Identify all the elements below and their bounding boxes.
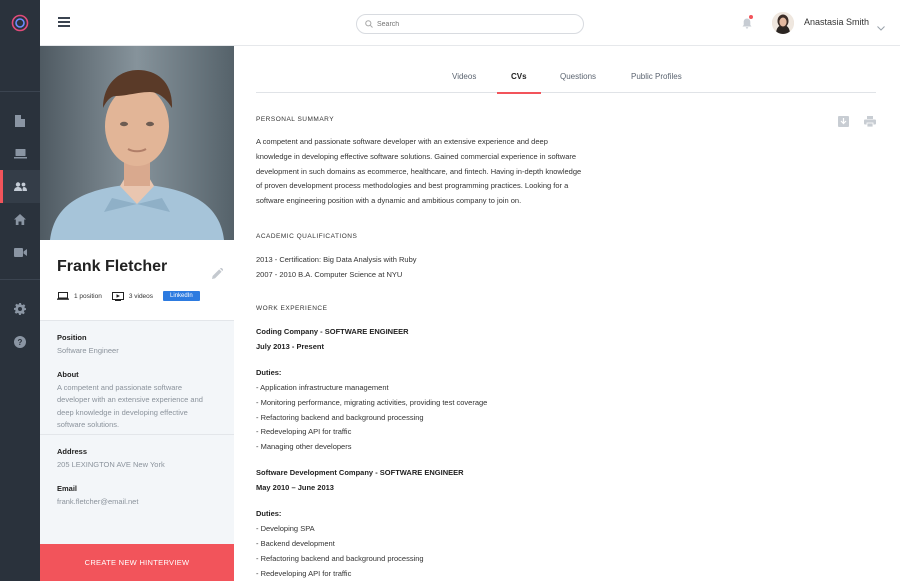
sidebar-item-documents[interactable] xyxy=(0,104,40,137)
cv-actions xyxy=(823,116,876,127)
email-heading: Email xyxy=(57,483,78,493)
profile-tabs: Videos CVs Questions Public Profiles xyxy=(256,70,876,94)
duty-item: - Redeveloping API for traffic xyxy=(256,569,352,578)
video-screen-icon xyxy=(111,291,124,301)
summary-line: knowledge in developing effective softwa… xyxy=(256,151,577,161)
profile-info: Position Software Engineer About A compe… xyxy=(40,321,234,508)
cv-content: Videos CVs Questions Public Profiles PER… xyxy=(256,46,876,581)
about-line: A competent and passionate software xyxy=(57,382,183,392)
position-value: Software Engineer xyxy=(57,346,119,355)
sidebar-item-video[interactable] xyxy=(0,236,40,269)
logo-icon xyxy=(11,14,29,32)
sidebar-item-settings[interactable] xyxy=(0,292,40,325)
help-icon: ? xyxy=(14,335,26,348)
search-box[interactable] xyxy=(356,14,584,34)
home-icon xyxy=(14,214,26,225)
academic-title: ACADEMIC QUALIFICATIONS xyxy=(256,233,358,240)
create-hinterview-button[interactable]: CREATE NEW HINTERVIEW xyxy=(40,544,234,581)
video-camera-icon xyxy=(13,248,27,257)
candidate-profile-panel: Frank Fletcher 1 position 3 videos Linke… xyxy=(40,46,234,581)
videos-count-label: 3 videos xyxy=(128,292,154,300)
work-experience-title: WORK EXPERIENCE xyxy=(256,305,328,312)
contact-block: Address 205 LEXINGTON AVE New York Email… xyxy=(57,435,217,508)
duty-item: - Application infrastructure management xyxy=(256,383,389,392)
laptop-icon xyxy=(13,148,27,158)
email-value[interactable]: frank.fletcher@email.net xyxy=(57,496,217,509)
position-heading: Position xyxy=(57,333,87,342)
summary-line: A competent and passionate software deve… xyxy=(256,137,548,146)
candidate-photo xyxy=(40,46,234,240)
user-name[interactable]: Anastasia Smith xyxy=(804,17,869,27)
notification-dot xyxy=(749,15,753,19)
about-line: software solutions. xyxy=(57,420,120,430)
sidebar-item-laptop[interactable] xyxy=(0,137,40,170)
duty-item: - Backend development xyxy=(256,539,335,548)
summary-line: development in such domains as ecommerce… xyxy=(256,166,582,176)
about-text: A competent and passionate software deve… xyxy=(57,382,217,432)
user-avatar-image xyxy=(772,12,794,34)
duty-item: - Refactoring backend and background pro… xyxy=(256,554,424,563)
videos-count[interactable]: 3 videos xyxy=(111,291,154,301)
search-input[interactable] xyxy=(377,20,567,28)
job-period: May 2010 – June 2013 xyxy=(256,483,334,492)
summary-line: software engineering position with a dyn… xyxy=(256,196,522,206)
bell-icon xyxy=(742,18,752,29)
duty-item: - Developing SPA xyxy=(256,524,315,533)
duties-label: Duties: xyxy=(256,368,282,377)
print-icon[interactable] xyxy=(864,116,876,127)
profile-meta: 1 position 3 videos LinkedIn xyxy=(57,291,200,301)
tab-questions[interactable]: Questions xyxy=(560,72,596,93)
profile-header: Frank Fletcher 1 position 3 videos Linke… xyxy=(40,240,234,321)
svg-text:?: ? xyxy=(18,338,23,347)
personal-summary-title: PERSONAL SUMMARY xyxy=(256,116,335,123)
tab-public-profiles[interactable]: Public Profiles xyxy=(631,72,682,93)
gear-icon xyxy=(14,302,26,315)
linkedin-badge[interactable]: LinkedIn xyxy=(163,291,200,301)
user-menu-chevron[interactable] xyxy=(877,18,885,36)
academic-line: 2007 - 2010 B.A. Computer Science at NYU xyxy=(256,270,403,279)
sidebar-item-home[interactable] xyxy=(0,203,40,236)
tab-videos[interactable]: Videos xyxy=(452,72,476,93)
about-line: deep knowledge in developing effective xyxy=(57,407,188,417)
duty-item: - Managing other developers xyxy=(256,442,352,451)
pencil-icon xyxy=(212,267,224,279)
candidate-photo-image xyxy=(40,46,234,240)
tab-cvs[interactable]: CVs xyxy=(497,72,540,94)
duty-item: - Monitoring performance, migrating acti… xyxy=(256,398,488,407)
positions-count[interactable]: 1 position xyxy=(57,292,102,300)
document-icon xyxy=(15,114,25,127)
user-avatar[interactable] xyxy=(772,12,794,34)
duty-item: - Refactoring backend and background pro… xyxy=(256,413,424,422)
laptop-icon xyxy=(57,292,69,300)
job-title: Software Development Company - SOFTWARE … xyxy=(256,468,464,477)
chevron-down-icon xyxy=(877,26,885,31)
candidate-name: Frank Fletcher xyxy=(57,258,168,275)
positions-count-label: 1 position xyxy=(74,292,102,300)
academic-line: 2013 - Certification: Big Data Analysis … xyxy=(256,255,417,264)
download-icon[interactable] xyxy=(838,116,849,127)
top-header: Anastasia Smith xyxy=(40,0,900,46)
menu-toggle-icon[interactable] xyxy=(58,17,70,27)
position-about-block: Position Software Engineer About A compe… xyxy=(57,321,217,434)
address-value: 205 LEXINGTON AVE New York xyxy=(57,460,165,469)
about-line: developer with an extensive experience a… xyxy=(57,395,203,405)
personal-summary-text: A competent and passionate software deve… xyxy=(256,135,601,209)
duties-label: Duties: xyxy=(256,509,282,518)
summary-line: of proven development process methodolog… xyxy=(256,181,569,191)
edit-profile-button[interactable] xyxy=(212,266,224,284)
app-logo[interactable] xyxy=(0,0,40,46)
job-period: July 2013 - Present xyxy=(256,342,324,351)
people-icon xyxy=(13,182,27,191)
icon-sidebar: ? xyxy=(0,0,40,581)
notifications-button[interactable] xyxy=(742,15,753,34)
search-icon xyxy=(365,20,373,28)
address-heading: Address xyxy=(57,447,88,456)
sidebar-item-candidates[interactable] xyxy=(0,170,40,203)
about-heading: About xyxy=(57,369,79,379)
job-title: Coding Company - SOFTWARE ENGINEER xyxy=(256,327,409,336)
duty-item: - Redeveloping API for traffic xyxy=(256,427,352,436)
sidebar-item-help[interactable]: ? xyxy=(0,325,40,358)
